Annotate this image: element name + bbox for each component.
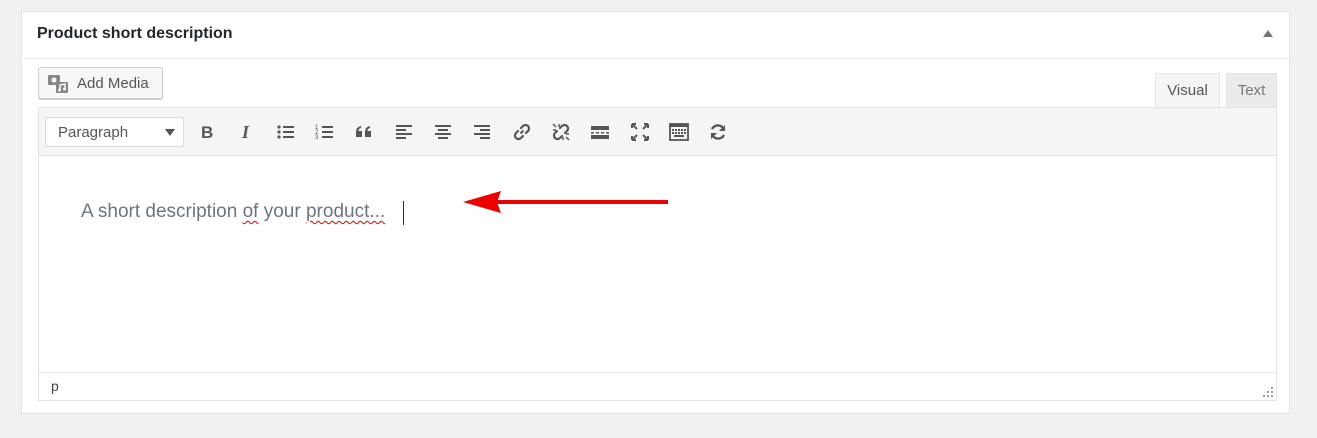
align-right-button[interactable] [467, 117, 497, 147]
italic-icon: I [241, 122, 250, 142]
toolbar-toggle-button[interactable] [664, 117, 694, 147]
add-media-button[interactable]: Add Media [38, 67, 163, 99]
remove-link-icon [552, 123, 570, 141]
tab-visual[interactable]: Visual [1155, 73, 1220, 108]
insert-link-icon [513, 123, 531, 141]
format-select-value: Paragraph [58, 124, 129, 141]
spell-marked-word: product... [305, 201, 386, 222]
italic-button[interactable]: I [231, 117, 261, 147]
format-select[interactable]: Paragraph [45, 117, 184, 147]
editor-toolbar: Paragraph B I 1 2 3 [39, 108, 1276, 156]
numbered-list-button[interactable]: 1 2 3 [310, 117, 340, 147]
metabox-header: Product short description [22, 12, 1289, 59]
fullscreen-button[interactable] [625, 117, 655, 147]
chevron-down-icon [165, 129, 175, 136]
refresh-button[interactable] [703, 117, 733, 147]
editor-container: Paragraph B I 1 2 3 A short description … [38, 107, 1277, 401]
short-description-text: A short description of your product... [81, 201, 385, 223]
remove-link-button[interactable] [546, 117, 576, 147]
element-path[interactable]: p [51, 378, 59, 394]
toolbar-toggle-icon [669, 123, 689, 141]
align-center-button[interactable] [428, 117, 458, 147]
read-more-button[interactable] [585, 117, 615, 147]
insert-link-button[interactable] [507, 117, 537, 147]
align-left-button[interactable] [389, 117, 419, 147]
red-arrow-annotation [463, 191, 668, 213]
fullscreen-icon [631, 123, 649, 141]
align-left-icon [396, 125, 412, 139]
media-icon [48, 75, 68, 93]
product-short-description-metabox: Product short description Add Media Visu… [21, 11, 1290, 414]
bulleted-list-icon [277, 125, 294, 139]
text-segment: A short description [81, 201, 243, 222]
svg-text:I: I [241, 122, 250, 142]
spell-marked-word: of [242, 201, 259, 222]
svg-text:B: B [201, 123, 213, 142]
bold-icon: B [201, 123, 213, 142]
editor-statusbar: p [39, 372, 1276, 400]
blockquote-icon [356, 126, 371, 137]
text-caret [403, 201, 404, 225]
numbered-list-icon: 1 2 3 [315, 125, 333, 141]
bold-button[interactable]: B [192, 117, 222, 147]
blockquote-button[interactable] [349, 117, 379, 147]
refresh-icon [710, 124, 726, 140]
align-right-icon [474, 125, 490, 139]
resize-handle-icon[interactable] [1263, 387, 1273, 397]
collapse-toggle-icon[interactable] [1263, 30, 1273, 37]
tab-text[interactable]: Text [1226, 73, 1277, 108]
align-center-icon [435, 125, 451, 139]
text-segment: your [258, 201, 306, 222]
editor-content-area[interactable]: A short description of your product... [39, 156, 1276, 374]
read-more-icon [591, 126, 609, 139]
bulleted-list-button[interactable] [271, 117, 301, 147]
svg-text:3: 3 [315, 135, 319, 141]
metabox-title: Product short description [37, 25, 233, 42]
add-media-label: Add Media [77, 75, 149, 92]
